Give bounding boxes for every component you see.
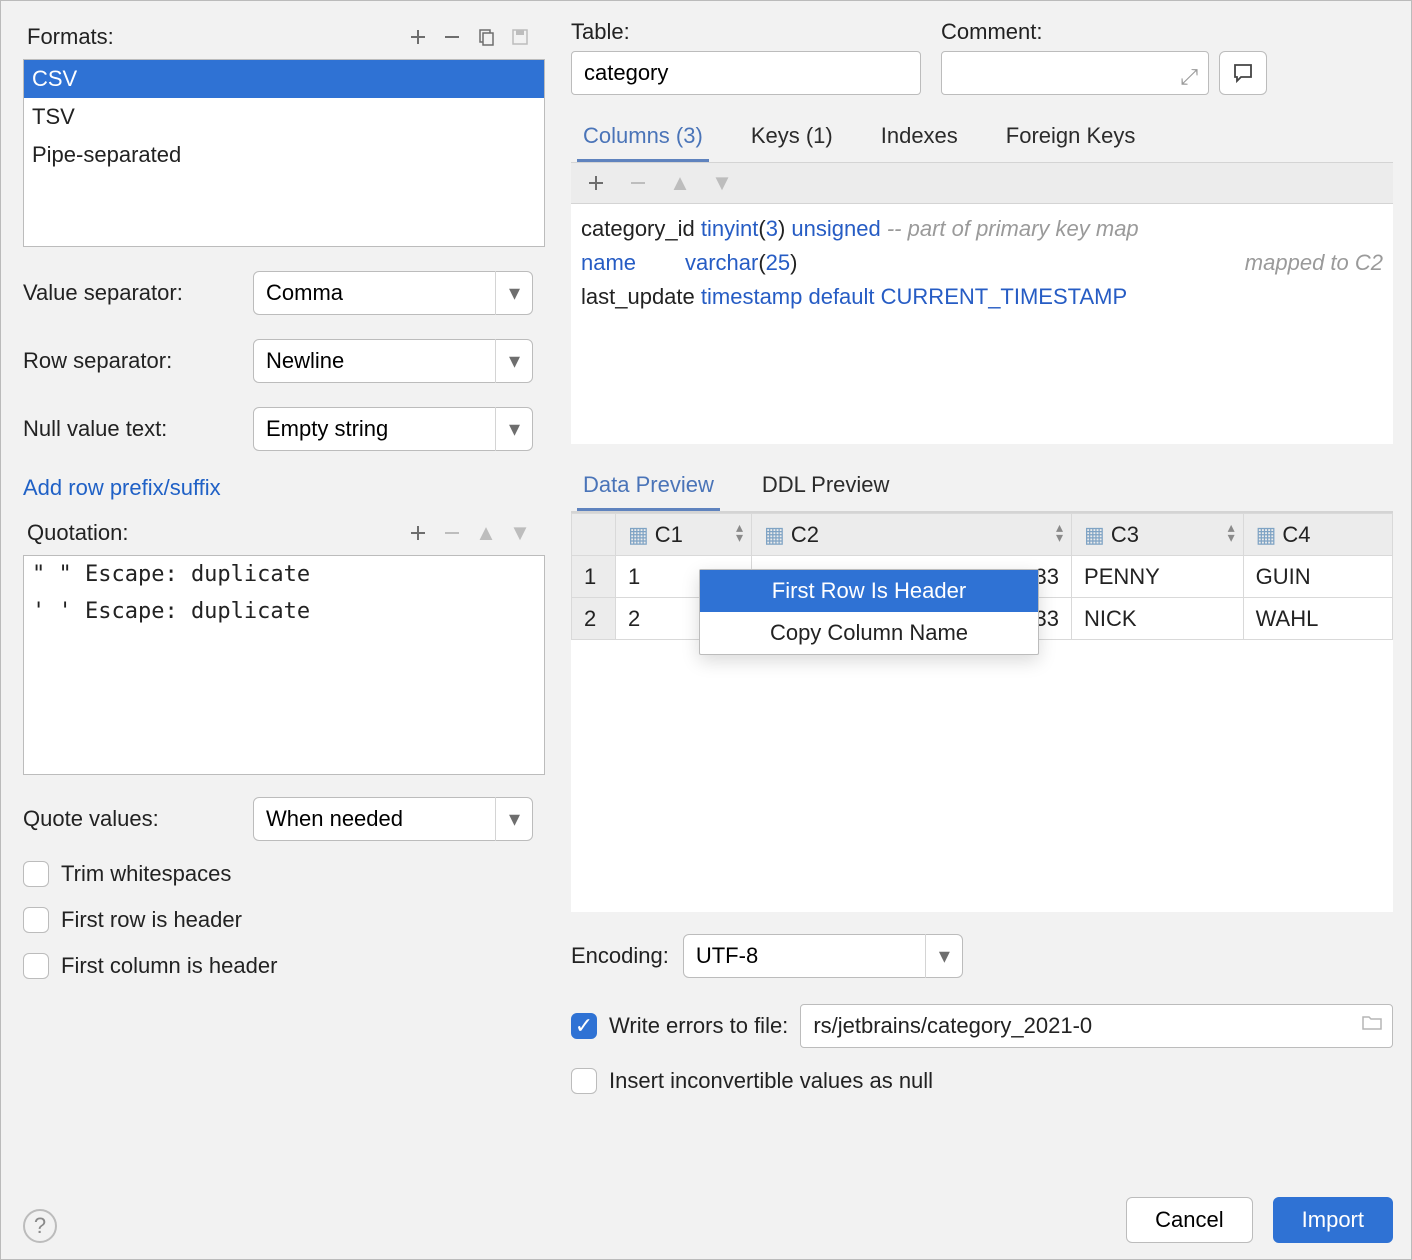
quote-values-label: Quote values:	[23, 806, 253, 832]
list-item[interactable]: " " Escape: duplicate	[24, 556, 544, 593]
columns-list[interactable]: category_id tinyint(3) unsigned -- part …	[571, 204, 1393, 444]
quote-values-input[interactable]	[253, 797, 533, 841]
row-number: 1	[572, 556, 616, 598]
first-row-header-checkbox[interactable]	[23, 907, 49, 933]
move-column-up-button: ▲	[663, 169, 697, 197]
column-row[interactable]: name varchar(25) mapped to C2	[581, 246, 1383, 280]
column-context-menu: First Row Is Header Copy Column Name	[699, 569, 1039, 655]
data-preview-grid[interactable]: ▦C1▴▾ ▦C2▴▾ ▦C3▴▾ ▦C4 1 1 33 PENNY GUIN …	[571, 512, 1393, 912]
row-separator-label: Row separator:	[23, 348, 253, 374]
list-item[interactable]: TSV	[24, 98, 544, 136]
cell[interactable]: PENNY	[1072, 556, 1244, 598]
table-label: Table:	[571, 19, 921, 45]
encoding-label: Encoding:	[571, 943, 669, 969]
save-format-button	[503, 23, 537, 51]
column-header[interactable]: ▦C2▴▾	[752, 514, 1072, 556]
import-button[interactable]: Import	[1273, 1197, 1393, 1243]
encoding-combo[interactable]: ▾	[683, 934, 963, 978]
write-errors-label: Write errors to file:	[609, 1013, 788, 1039]
tab-data-preview[interactable]: Data Preview	[577, 462, 720, 511]
corner-cell	[572, 514, 616, 556]
cell[interactable]: WAHL	[1243, 598, 1392, 640]
move-down-button: ▼	[503, 519, 537, 547]
tab-foreign-keys[interactable]: Foreign Keys	[1000, 113, 1142, 162]
table-name-input[interactable]	[571, 51, 921, 95]
cancel-button[interactable]: Cancel	[1126, 1197, 1252, 1243]
column-header[interactable]: ▦C1▴▾	[616, 514, 752, 556]
quote-values-combo[interactable]: ▾	[253, 797, 533, 841]
cell[interactable]: NICK	[1072, 598, 1244, 640]
value-separator-label: Value separator:	[23, 280, 253, 306]
remove-column-button	[621, 169, 655, 197]
list-item[interactable]: Pipe-separated	[24, 136, 544, 174]
help-button[interactable]: ?	[23, 1209, 57, 1243]
remove-quotation-button	[435, 519, 469, 547]
formats-list[interactable]: CSV TSV Pipe-separated	[23, 59, 545, 247]
cell[interactable]: GUIN	[1243, 556, 1392, 598]
comment-input[interactable]: ⤢	[941, 51, 1209, 95]
tab-indexes[interactable]: Indexes	[875, 113, 964, 162]
quotation-list[interactable]: " " Escape: duplicate ' ' Escape: duplic…	[23, 555, 545, 775]
remove-format-button[interactable]	[435, 23, 469, 51]
list-item[interactable]: CSV	[24, 60, 544, 98]
encoding-input[interactable]	[683, 934, 963, 978]
column-row[interactable]: last_update timestamp default CURRENT_TI…	[581, 280, 1383, 314]
comment-label: Comment:	[941, 19, 1267, 45]
schema-tabs: Columns (3) Keys (1) Indexes Foreign Key…	[571, 113, 1393, 163]
menu-first-row-header[interactable]: First Row Is Header	[700, 570, 1038, 612]
column-header[interactable]: ▦C3▴▾	[1072, 514, 1244, 556]
error-file-path[interactable]: rs/jetbrains/category_2021-0	[813, 1013, 1380, 1039]
comment-history-button[interactable]	[1219, 51, 1267, 95]
column-row[interactable]: category_id tinyint(3) unsigned -- part …	[581, 212, 1383, 246]
list-item[interactable]: ' ' Escape: duplicate	[24, 593, 544, 630]
column-header[interactable]: ▦C4	[1243, 514, 1392, 556]
value-separator-input[interactable]	[253, 271, 533, 315]
null-text-input[interactable]	[253, 407, 533, 451]
trim-whitespaces-checkbox[interactable]	[23, 861, 49, 887]
move-up-button: ▲	[469, 519, 503, 547]
tab-ddl-preview[interactable]: DDL Preview	[756, 462, 896, 511]
move-column-down-button: ▼	[705, 169, 739, 197]
add-column-button[interactable]	[579, 169, 613, 197]
tab-columns[interactable]: Columns (3)	[577, 113, 709, 162]
null-text-combo[interactable]: ▾	[253, 407, 533, 451]
folder-icon[interactable]	[1362, 1015, 1382, 1031]
first-col-header-label: First column is header	[61, 953, 277, 979]
row-separator-combo[interactable]: ▾	[253, 339, 533, 383]
insert-null-checkbox[interactable]	[571, 1068, 597, 1094]
first-row-header-label: First row is header	[61, 907, 242, 933]
preview-tabs: Data Preview DDL Preview	[571, 462, 1393, 512]
tab-keys[interactable]: Keys (1)	[745, 113, 839, 162]
copy-format-button[interactable]	[469, 23, 503, 51]
row-number: 2	[572, 598, 616, 640]
menu-copy-column-name[interactable]: Copy Column Name	[700, 612, 1038, 654]
quotation-label: Quotation:	[27, 520, 401, 546]
add-format-button[interactable]	[401, 23, 435, 51]
first-col-header-checkbox[interactable]	[23, 953, 49, 979]
insert-null-label: Insert inconvertible values as null	[609, 1068, 933, 1094]
write-errors-checkbox[interactable]: ✓	[571, 1013, 597, 1039]
null-text-label: Null value text:	[23, 416, 253, 442]
error-file-input-wrapper[interactable]: rs/jetbrains/category_2021-0	[800, 1004, 1393, 1048]
expand-icon[interactable]: ⤢	[1180, 64, 1198, 90]
row-separator-input[interactable]	[253, 339, 533, 383]
formats-label: Formats:	[27, 24, 401, 50]
trim-whitespaces-label: Trim whitespaces	[61, 861, 231, 887]
add-prefix-suffix-link[interactable]: Add row prefix/suffix	[23, 475, 545, 501]
add-quotation-button[interactable]	[401, 519, 435, 547]
value-separator-combo[interactable]: ▾	[253, 271, 533, 315]
